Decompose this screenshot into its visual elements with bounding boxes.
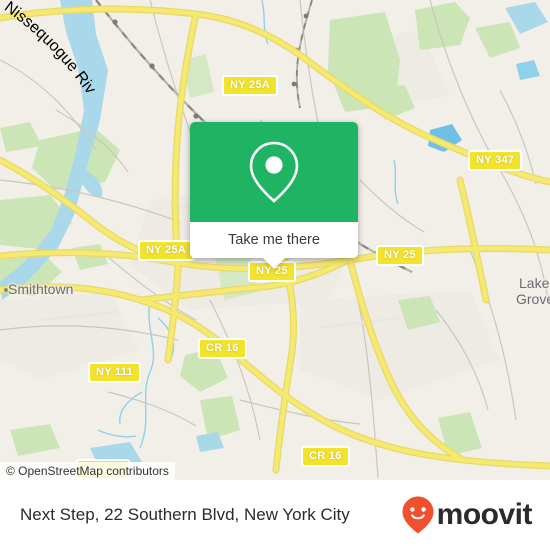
place-label-lake: Lake — [519, 275, 550, 291]
location-popup-card[interactable]: Take me there — [190, 122, 358, 269]
popup-header — [190, 122, 358, 222]
road-shield-cr-16-west: CR 16 — [198, 338, 247, 359]
road-shield-ny-25a-west: NY 25A — [138, 240, 195, 261]
road-shield-ny-111: NY 111 — [88, 362, 142, 383]
footer-bar: Next Step, 22 Southern Blvd, New York Ci… — [0, 480, 550, 550]
location-title: Next Step, 22 Southern Blvd, New York Ci… — [20, 505, 350, 524]
map-canvas[interactable]: Nissequogue River NY 25A NY 347 NY 25A N… — [0, 0, 550, 480]
road-shield-label: NY 25A — [230, 79, 271, 91]
road-shield-label: NY 111 — [96, 366, 134, 378]
place-label-smithtown: Smithtown — [8, 281, 74, 297]
osm-attribution[interactable]: © OpenStreetMap contributors — [0, 462, 175, 480]
map-pin-icon — [249, 141, 299, 203]
popup-action-row[interactable]: Take me there — [190, 222, 358, 258]
map-screenshot: Nissequogue River NY 25A NY 347 NY 25A N… — [0, 0, 550, 550]
road-shield-ny-25a-north: NY 25A — [222, 75, 279, 96]
road-shield-label: NY 25A — [146, 244, 187, 256]
road-shield-ny-25-east: NY 25 — [376, 245, 424, 266]
road-shield-label: CR 16 — [206, 342, 239, 354]
road-shield-label: NY 25 — [384, 249, 416, 261]
road-shield-ny-347-east: NY 347 — [468, 150, 523, 171]
take-me-there-label: Take me there — [228, 232, 320, 248]
popup-pointer-tip — [262, 257, 286, 269]
moovit-logo: moovit — [401, 495, 533, 535]
road-shield-label: CR 16 — [309, 450, 342, 462]
road-shield-label: NY 347 — [476, 154, 515, 166]
place-label-grove: Grove — [516, 291, 550, 307]
osm-attribution-text: © OpenStreetMap contributors — [6, 464, 169, 478]
moovit-wordmark: moovit — [436, 498, 533, 531]
moovit-pin-smiley-icon — [402, 496, 434, 534]
road-shield-cr-16-south: CR 16 — [301, 446, 350, 467]
